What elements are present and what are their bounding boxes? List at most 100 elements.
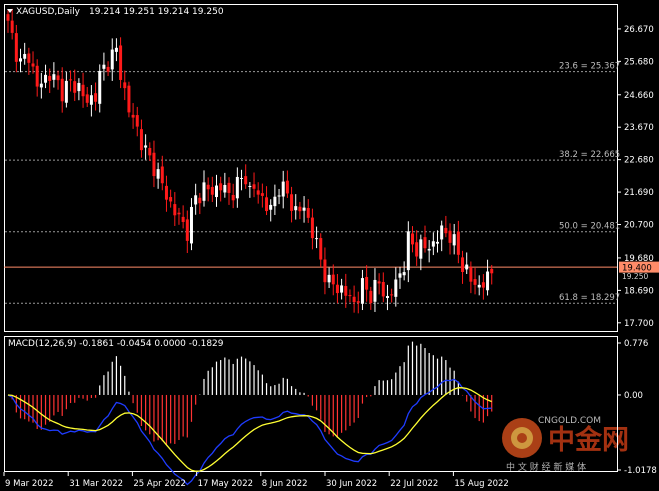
date-tick-label: 25 Apr 2022: [133, 479, 186, 489]
date-tick-label: 9 Mar 2022: [5, 479, 53, 489]
candle-body: [306, 207, 310, 218]
candle-body: [231, 194, 235, 201]
date-tick-label: 17 May 2022: [198, 479, 253, 489]
candle-body: [131, 114, 135, 118]
candle-body: [135, 115, 139, 127]
fib-level-label: 38.2 = 22.665: [559, 150, 620, 160]
candle-body: [331, 274, 335, 285]
candle-body: [365, 276, 369, 290]
candle-body: [398, 273, 402, 278]
candle-body: [477, 284, 481, 288]
candle-body: [119, 45, 123, 80]
candle-body: [110, 49, 114, 70]
candle-body: [356, 301, 360, 303]
candle-body: [77, 82, 81, 92]
candle-body: [194, 195, 198, 205]
cngold-watermark: 中金网 CNGOLD.COM 中 文 财 经 新 媒 体: [502, 416, 629, 473]
macd-tick-label: 0.776: [624, 339, 648, 349]
price-tick-label: 26.670: [624, 25, 654, 35]
price-chart[interactable]: 中金网 CNGOLD.COM 中 文 财 经 新 媒 体 23.6 = 25.3…: [0, 0, 659, 491]
candle-body: [373, 279, 377, 302]
candle-body: [60, 78, 64, 102]
candle-body: [27, 53, 31, 63]
fib-level-label: 23.6 = 25.367: [559, 62, 620, 72]
candle-body: [436, 241, 440, 244]
candle-body: [185, 219, 189, 241]
candle-body: [127, 85, 131, 113]
candle-body: [273, 196, 277, 207]
candle-body: [431, 241, 435, 247]
candle-body: [244, 176, 248, 185]
candle-body: [419, 239, 423, 259]
candle-body: [427, 248, 431, 251]
candle-body: [48, 75, 52, 81]
candlestick-series: [6, 8, 494, 314]
candle-body: [102, 64, 106, 69]
candle-body: [181, 216, 185, 222]
candle-body: [56, 75, 60, 81]
date-tick-label: 22 Jul 2022: [390, 479, 438, 489]
candle-body: [481, 282, 485, 288]
candle-body: [406, 231, 410, 271]
candle-body: [52, 74, 56, 80]
date-tick-label: 8 Jun 2022: [262, 479, 308, 489]
candle-body: [215, 185, 218, 198]
candle-body: [19, 58, 23, 62]
candle-body: [189, 206, 193, 244]
price-tick-label: 22.680: [624, 156, 654, 166]
watermark-en-title: CNGOLD.COM: [538, 416, 601, 426]
candle-body: [344, 286, 348, 296]
candle-body: [114, 47, 118, 52]
date-axis: 9 Mar 2022 31 Mar 2022 25 Apr 2022 17 May 2…: [3, 472, 509, 489]
date-tick-label: 30 Jun 2022: [326, 479, 377, 489]
candle-body: [319, 238, 323, 260]
candle-body: [202, 182, 206, 201]
fib-level-label: 61.8 = 18.297: [559, 293, 620, 303]
candle-body: [444, 227, 448, 234]
ohlc-label: 19.214 19.251 19.214 19.250: [89, 7, 224, 17]
candle-body: [89, 95, 93, 105]
candle-body: [465, 264, 469, 270]
watermark-cn-title: 中金网: [548, 424, 629, 456]
candle-body: [323, 259, 327, 283]
candle-body: [240, 177, 244, 179]
date-tick-label: 15 Aug 2022: [454, 479, 508, 489]
candle-body: [281, 181, 285, 197]
candle-body: [461, 257, 465, 272]
candle-body: [440, 225, 444, 240]
candle-body: [285, 180, 289, 194]
candle-body: [394, 279, 398, 297]
candle-body: [227, 182, 231, 193]
candle-body: [377, 281, 381, 284]
candle-body: [315, 238, 319, 240]
candle-body: [39, 83, 43, 88]
candle-body: [265, 197, 269, 212]
date-tick-label: 31 Mar 2022: [69, 479, 123, 489]
symbol-label: XAGUSD,Daily: [16, 7, 81, 17]
fib-level-label: 50.0 = 20.481: [559, 222, 620, 232]
candle-body: [248, 185, 252, 187]
candle-body: [177, 212, 181, 215]
chart-canvas[interactable]: 中金网 CNGOLD.COM 中 文 财 经 新 媒 体 23.6 = 25.3…: [0, 0, 659, 491]
candle-body: [256, 190, 260, 195]
candle-body: [277, 195, 281, 197]
candle-body: [64, 80, 68, 103]
candle-body: [85, 94, 89, 103]
candle-body: [156, 169, 160, 179]
candle-body: [381, 281, 385, 297]
candle-body: [448, 230, 452, 243]
candle-body: [160, 166, 164, 184]
macd-tick-label: -1.0178: [624, 466, 657, 476]
candle-body: [10, 20, 14, 33]
candle-body: [290, 194, 294, 211]
macd-indicator-label: MACD(12,26,9) -0.1861 -0.0454 0.0000 -0.…: [8, 339, 224, 349]
bid-price-label: 19.250: [622, 272, 648, 281]
candle-body: [14, 33, 18, 62]
candle-body: [423, 237, 427, 249]
candle-body: [31, 63, 35, 67]
candle-body: [164, 185, 168, 200]
price-tick-label: 17.700: [624, 319, 654, 329]
candle-body: [260, 193, 264, 196]
candle-body: [69, 79, 73, 81]
candle-body: [390, 294, 394, 296]
